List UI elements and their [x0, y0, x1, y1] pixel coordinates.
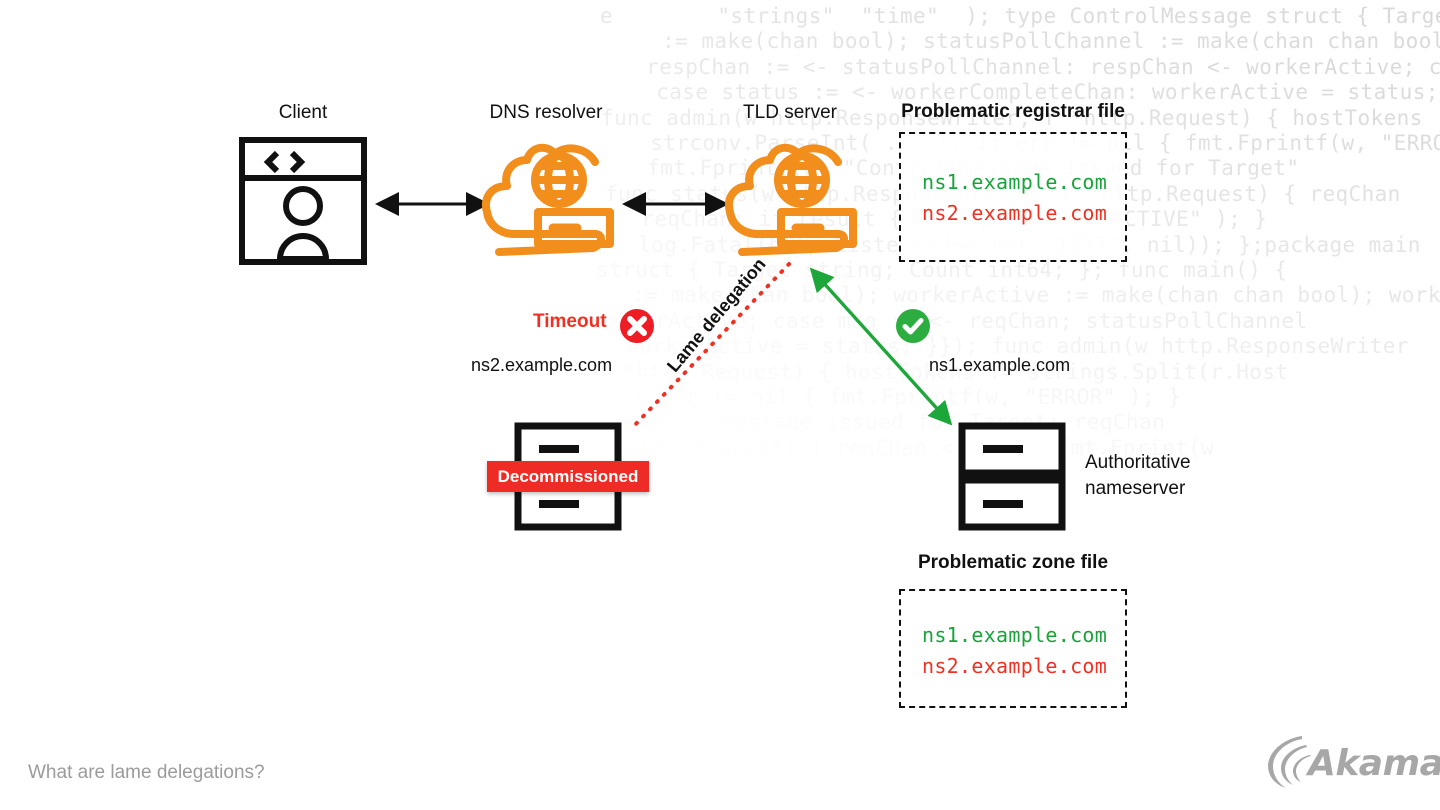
connector-tld-to-authoritative	[809, 267, 953, 426]
code-line: workerActive; case msg := <- reqChan; st…	[564, 308, 1308, 333]
authoritative-nameserver-label-line1: Authoritative	[1085, 452, 1191, 473]
code-line: respChan := <- statusPollChannel: respCh…	[646, 54, 1440, 79]
registrar-file-title: Problematic registrar file	[901, 101, 1125, 122]
registrar-entry-ns2: ns2.example.com	[922, 201, 1108, 225]
registrar-file-box: ns1.example.com ns2.example.com	[899, 132, 1127, 262]
diagram-canvas: e "strings" "time" ); type ControlMessag…	[0, 0, 1440, 810]
code-line: := make(chan bool); workerActive := make…	[632, 283, 1440, 308]
cloud-server-globe-icon	[725, 143, 857, 256]
code-line: Control message issued for Target; reqCh…	[552, 410, 1166, 435]
akamai-logo: Akamai	[1264, 733, 1440, 791]
zone-file-box: ns1.example.com ns2.example.com	[899, 589, 1127, 708]
footer-caption: What are lame delegations?	[28, 762, 265, 783]
browser-user-icon	[239, 137, 367, 265]
timeout-label: Timeout	[533, 311, 607, 332]
zone-entry-ns2: ns2.example.com	[922, 654, 1108, 678]
code-line: e "strings" "time" ); type ControlMessag…	[600, 4, 1440, 28]
tld-server-label: TLD server	[743, 102, 837, 123]
timeout-nameserver-label: ns2.example.com	[471, 355, 613, 375]
code-line: if err != nil { fmt.Fprintf(w, "ERROR" )…	[555, 385, 1182, 409]
dns-resolver-label: DNS resolver	[489, 102, 603, 123]
cloud-server-globe-icon	[482, 143, 614, 256]
error-cross-icon	[620, 309, 654, 343]
akamai-wordmark: Akamai	[1308, 743, 1440, 784]
registrar-entry-ns1: ns1.example.com	[922, 170, 1108, 194]
connector-tld-to-decommissioned	[631, 262, 791, 429]
code-chevrons-icon	[263, 150, 306, 174]
user-avatar-icon	[276, 186, 330, 262]
zone-entry-ns1: ns1.example.com	[922, 623, 1108, 647]
client-label: Client	[278, 102, 328, 123]
lame-delegation-label: Lame delegation	[663, 254, 770, 376]
server-rack-icon	[958, 422, 1066, 531]
code-line: := make(chan bool); statusPollChannel :=…	[662, 29, 1440, 54]
decommissioned-badge: Decommissioned	[487, 461, 649, 492]
success-nameserver-label: ns1.example.com	[929, 355, 1071, 375]
zone-file-title: Problematic zone file	[917, 552, 1109, 573]
authoritative-nameserver-label-line2: nameserver	[1085, 478, 1186, 499]
success-check-icon	[896, 309, 930, 343]
